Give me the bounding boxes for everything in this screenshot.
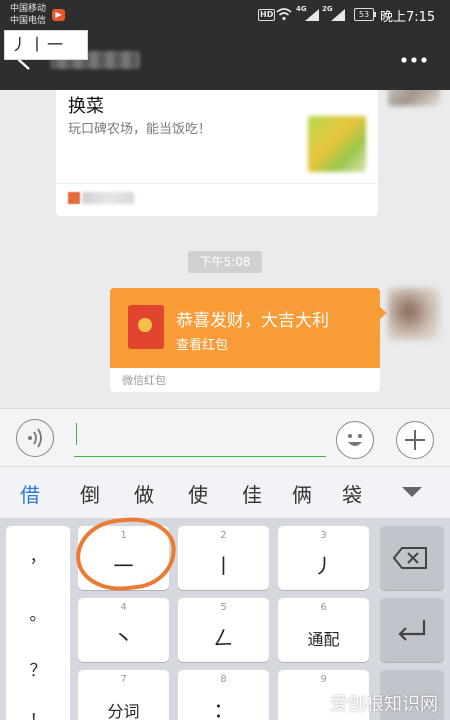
wifi-icon	[276, 8, 292, 21]
bubble-tail	[380, 307, 387, 319]
candidate-item[interactable]: 做	[134, 479, 154, 508]
divider	[56, 183, 378, 184]
voice-icon	[28, 428, 42, 448]
message-timestamp: 下午5:08	[188, 251, 262, 273]
backspace-key[interactable]	[380, 526, 444, 590]
status-bar: 中国移动 中国电信 ▶ HD 4G 2G 53 晚上7:15	[0, 0, 450, 30]
source-app-icon	[68, 192, 80, 204]
enter-icon	[398, 620, 426, 641]
battery-icon: 53	[354, 8, 376, 21]
enter-key[interactable]	[380, 598, 444, 662]
red-packet-icon	[128, 305, 164, 349]
link-message-card[interactable]: 换菜 玩口碑农场，能当饭吃！	[56, 90, 378, 216]
source-name	[82, 192, 134, 204]
chat-area: 换菜 玩口碑农场，能当饭吃！ 下午5:08 恭喜发财，大吉大利 查看红包 微信红…	[0, 90, 450, 408]
link-thumbnail	[308, 116, 366, 172]
ime-composition: 丿丨一	[4, 30, 88, 60]
message-input[interactable]	[74, 419, 326, 457]
avatar[interactable]	[388, 90, 440, 106]
wildcard-key[interactable]: 6 通配	[278, 598, 369, 662]
emoji-icon	[348, 434, 362, 446]
watermark: 爱刨根知识网	[330, 694, 438, 715]
ime-candidate-bar: 借 倒 做 使 佳 俩 袋	[0, 466, 450, 518]
chevron-down-icon[interactable]	[402, 487, 422, 497]
punct-key[interactable]: ？	[6, 656, 70, 681]
punctuation-column: ， 。 ？ ！	[6, 526, 70, 720]
stroke-key[interactable]: 2 丨	[178, 526, 269, 590]
punct-key[interactable]: ，	[6, 542, 70, 567]
plus-icon	[405, 430, 425, 450]
more-dots-icon[interactable]	[398, 49, 430, 71]
avatar[interactable]	[388, 288, 440, 340]
red-packet-brand: 微信红包	[122, 374, 166, 387]
more-button[interactable]	[396, 421, 434, 459]
stroke-key[interactable]: 4 丶	[78, 598, 169, 662]
segment-key[interactable]: 7 分词	[78, 670, 169, 720]
carrier-label: 中国电信	[10, 16, 47, 26]
voice-button[interactable]	[16, 419, 54, 457]
candidate-item[interactable]: 俩	[292, 479, 312, 508]
punct-key[interactable]: ！	[6, 706, 70, 720]
emoji-button[interactable]	[336, 421, 374, 459]
input-bar	[0, 408, 450, 466]
stroke-key[interactable]: 5 𠃋	[178, 598, 269, 662]
red-packet-message[interactable]: 恭喜发财，大吉大利 查看红包 微信红包	[110, 288, 380, 392]
candidate-item[interactable]: 袋	[342, 479, 362, 508]
status-time: 晚上7:15	[380, 10, 436, 25]
red-packet-title: 恭喜发财，大吉大利	[176, 311, 329, 331]
carrier-label: 中国移动	[10, 4, 47, 14]
link-description: 玩口碑农场，能当饭吃！	[68, 122, 212, 137]
punct-key[interactable]: 。	[6, 600, 70, 625]
notification-icon: ▶	[52, 9, 65, 21]
hd-icon: HD	[258, 9, 276, 21]
candidate-item[interactable]: 佳	[242, 479, 262, 508]
candidate-item[interactable]: 借	[20, 479, 40, 508]
candidate-item[interactable]: 使	[188, 479, 208, 508]
red-packet-body: 恭喜发财，大吉大利 查看红包	[110, 288, 380, 368]
red-packet-action: 查看红包	[176, 338, 229, 353]
backspace-icon	[392, 547, 427, 569]
candidate-item[interactable]: 倒	[80, 479, 100, 508]
stroke-key[interactable]: 3 丿	[278, 526, 369, 590]
text-caret	[76, 423, 77, 445]
colon-key[interactable]: 8 ：	[178, 670, 269, 720]
link-title: 换菜	[68, 96, 104, 117]
